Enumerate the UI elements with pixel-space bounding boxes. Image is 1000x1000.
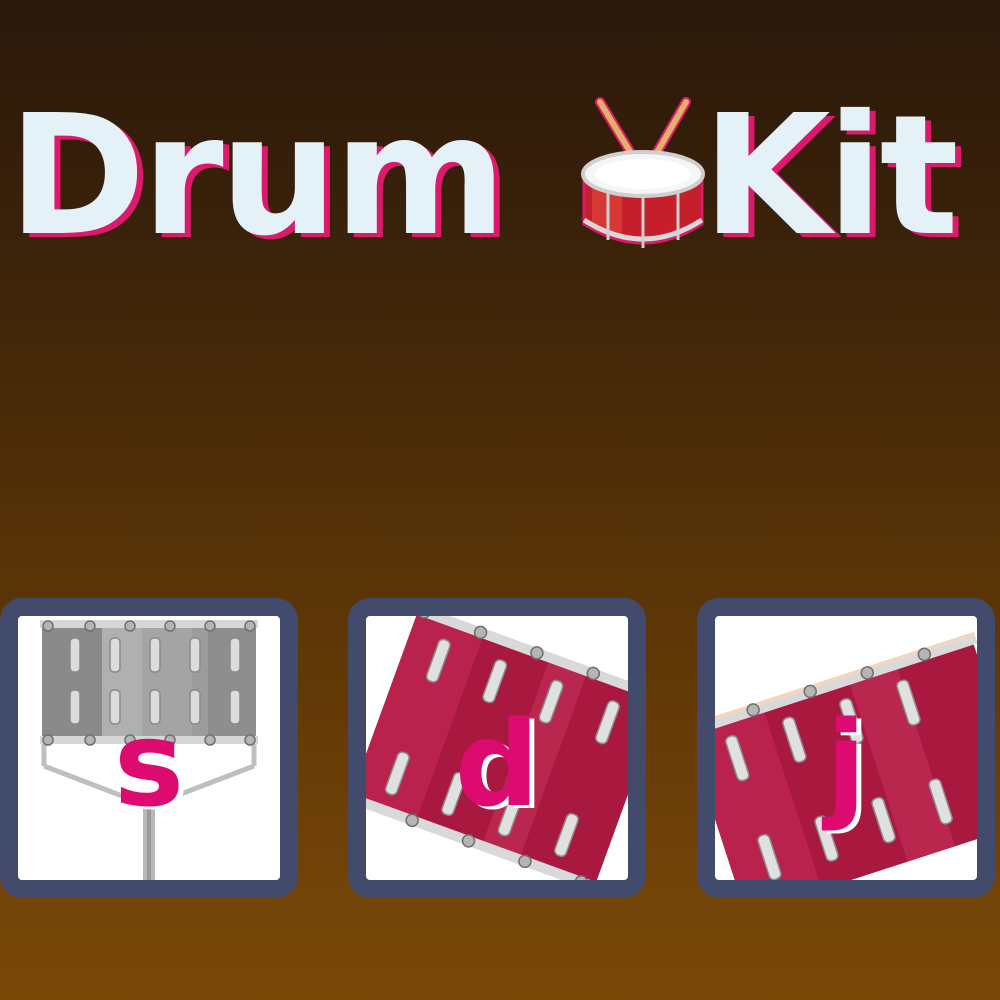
drum-with-sticks-icon <box>581 97 705 248</box>
pad-key-label: s <box>113 695 185 833</box>
pad-key-label: d <box>454 695 540 833</box>
drum-pad-j[interactable]: j <box>697 598 995 898</box>
drum-pad-d[interactable]: d <box>348 598 646 898</box>
page-title: Drum Kit <box>0 92 1000 262</box>
title-kit-word: Kit <box>702 80 959 273</box>
title-drum-word: Drum <box>8 80 507 273</box>
pad-key-label: j <box>825 695 867 833</box>
drum-pad-s[interactable]: s <box>0 598 298 898</box>
